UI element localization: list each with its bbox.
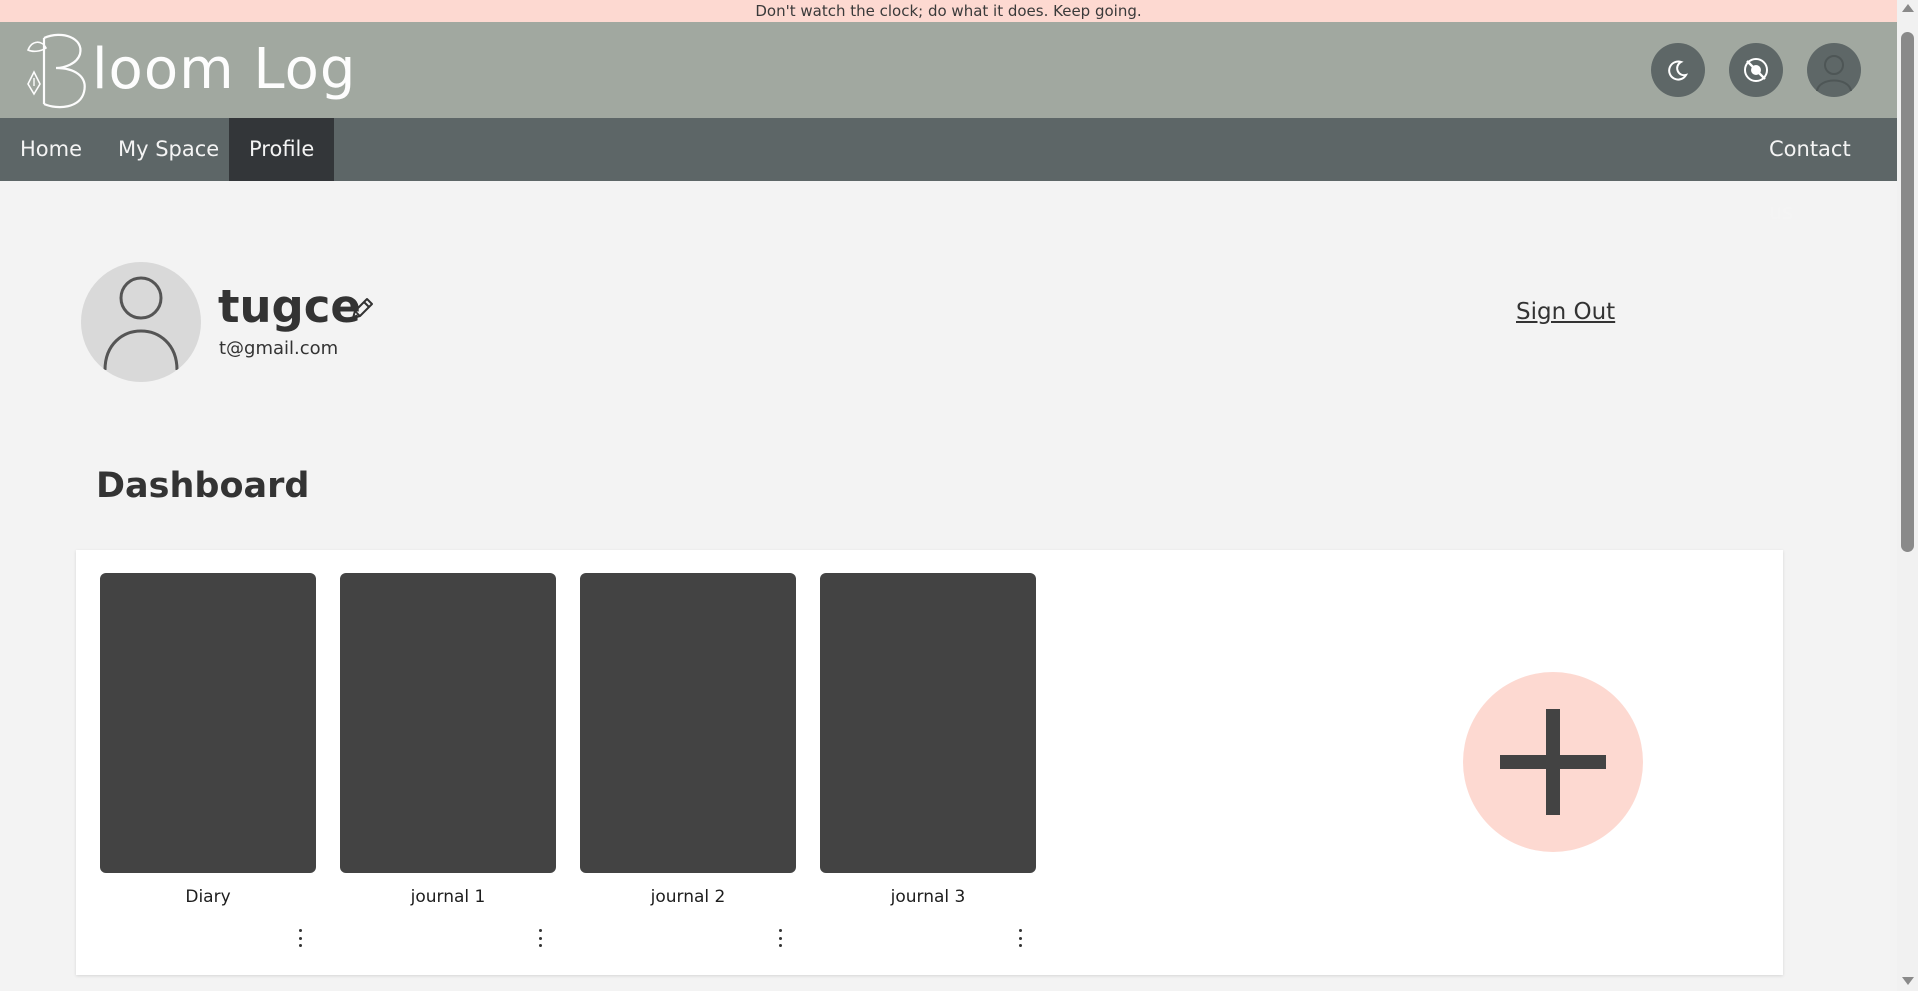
quote-banner: Don't watch the clock; do what it does. … bbox=[0, 0, 1897, 22]
journal-cover[interactable] bbox=[580, 573, 796, 873]
brand-name: loom Log bbox=[92, 37, 357, 102]
journal-label: journal 1 bbox=[410, 887, 486, 907]
profile-username: tugce bbox=[218, 280, 361, 333]
user-icon bbox=[103, 276, 179, 371]
journal-options-button[interactable] bbox=[533, 929, 547, 947]
scroll-down-arrow-icon[interactable] bbox=[1902, 977, 1914, 985]
user-avatar-icon bbox=[1816, 55, 1852, 92]
plus-icon bbox=[1500, 709, 1606, 815]
edit-username-button[interactable] bbox=[347, 294, 377, 328]
dashboard-title: Dashboard bbox=[96, 466, 310, 506]
journal-options-button[interactable] bbox=[293, 929, 307, 947]
dashboard-panel: Diary journal 1 journal 2 journal 3 bbox=[76, 550, 1783, 975]
profile-email: t@gmail.com bbox=[219, 338, 339, 359]
nav-profile[interactable]: Profile bbox=[229, 118, 335, 181]
journal-label: journal 3 bbox=[890, 887, 966, 907]
pencil-icon bbox=[352, 298, 373, 319]
nav-home[interactable]: Home bbox=[0, 118, 102, 181]
journal-cover[interactable] bbox=[340, 573, 556, 873]
header: loom Log bbox=[0, 22, 1897, 118]
journal-cover[interactable] bbox=[100, 573, 316, 873]
page-scrollbar[interactable] bbox=[1897, 0, 1918, 991]
journal-options-button[interactable] bbox=[773, 929, 787, 947]
main-nav: Home My Space Profile Contact us bbox=[0, 118, 1897, 224]
journal-card[interactable]: journal 1 bbox=[340, 573, 556, 947]
eye-off-icon bbox=[1744, 58, 1768, 82]
dark-mode-toggle-button[interactable] bbox=[1651, 43, 1705, 97]
scroll-thumb[interactable] bbox=[1901, 32, 1914, 552]
journal-label: journal 2 bbox=[650, 887, 726, 907]
journal-card[interactable]: journal 2 bbox=[580, 573, 796, 947]
journal-card[interactable]: Diary bbox=[100, 573, 316, 947]
journal-options-button[interactable] bbox=[1013, 929, 1027, 947]
logo-b-icon bbox=[26, 33, 86, 109]
sign-out-link[interactable]: Sign Out bbox=[1516, 299, 1615, 325]
scroll-up-arrow-icon[interactable] bbox=[1902, 4, 1914, 12]
logo[interactable]: loom Log bbox=[22, 28, 356, 112]
add-journal-button[interactable] bbox=[1463, 672, 1643, 852]
journal-label: Diary bbox=[185, 887, 231, 907]
nav-contact-us[interactable]: Contact us bbox=[1749, 118, 1897, 224]
account-button[interactable] bbox=[1807, 43, 1861, 97]
profile-avatar bbox=[81, 262, 201, 382]
journal-card[interactable]: journal 3 bbox=[820, 573, 1036, 947]
visibility-toggle-button[interactable] bbox=[1729, 43, 1783, 97]
journal-cover[interactable] bbox=[820, 573, 1036, 873]
nav-my-space[interactable]: My Space bbox=[98, 118, 239, 181]
moon-icon bbox=[1668, 60, 1689, 81]
